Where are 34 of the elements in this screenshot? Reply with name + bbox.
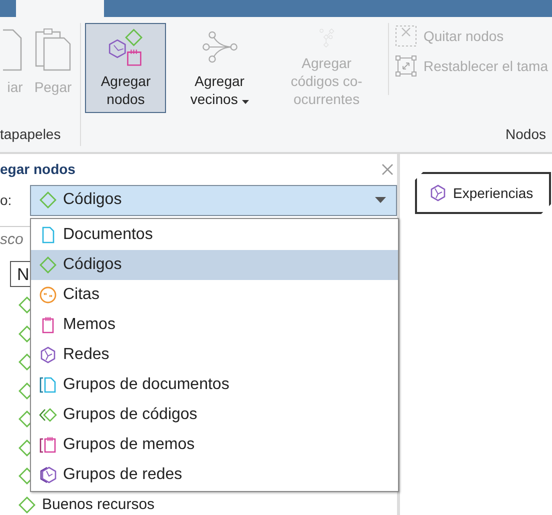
menu-option[interactable]: Códigos (31, 250, 398, 280)
menu-option[interactable]: Grupos de memos (31, 430, 398, 460)
diamond-icon (18, 496, 36, 514)
diamond-group-icon (39, 406, 57, 424)
close-icon[interactable] (382, 164, 393, 174)
menu-option[interactable]: Grupos de documentos (31, 370, 398, 400)
type-dropdown[interactable]: Códigos (30, 184, 397, 216)
document-icon (3, 28, 23, 72)
hexagon-group-icon (39, 466, 57, 484)
hexagon-icon (39, 346, 57, 364)
diamond-icon (39, 191, 57, 209)
network-node[interactable]: Experiencias (415, 172, 552, 214)
menu-option[interactable]: Grupos de redes (31, 460, 398, 490)
menu-option[interactable]: Citas (31, 280, 398, 310)
menu-option[interactable]: Documentos (31, 220, 398, 250)
quote-icon (39, 286, 57, 304)
panel-title: egar nodos (0, 161, 76, 177)
memo-group-icon (39, 436, 57, 454)
clipboard-icon (33, 28, 73, 72)
remove-icon (395, 25, 418, 47)
caret-icon (375, 197, 386, 203)
group-label: tapapeles (0, 126, 62, 144)
type-label: o: (0, 192, 13, 208)
menu-option[interactable]: Memos (31, 310, 398, 340)
list-item[interactable]: Buenos recursos (42, 496, 155, 514)
resize-icon (395, 55, 418, 77)
menu-option[interactable]: Grupos de códigos (31, 400, 398, 430)
hexagon-icon (429, 184, 447, 202)
group-label: Nodos (504, 126, 547, 144)
document-group-icon (39, 376, 57, 394)
ribbon-button[interactable]: Agregar nodos (85, 23, 166, 113)
ribbon-button[interactable]: Agregar vecinos (170, 23, 269, 113)
diamond-icon (39, 256, 57, 274)
menu-option[interactable]: Redes (31, 340, 398, 370)
